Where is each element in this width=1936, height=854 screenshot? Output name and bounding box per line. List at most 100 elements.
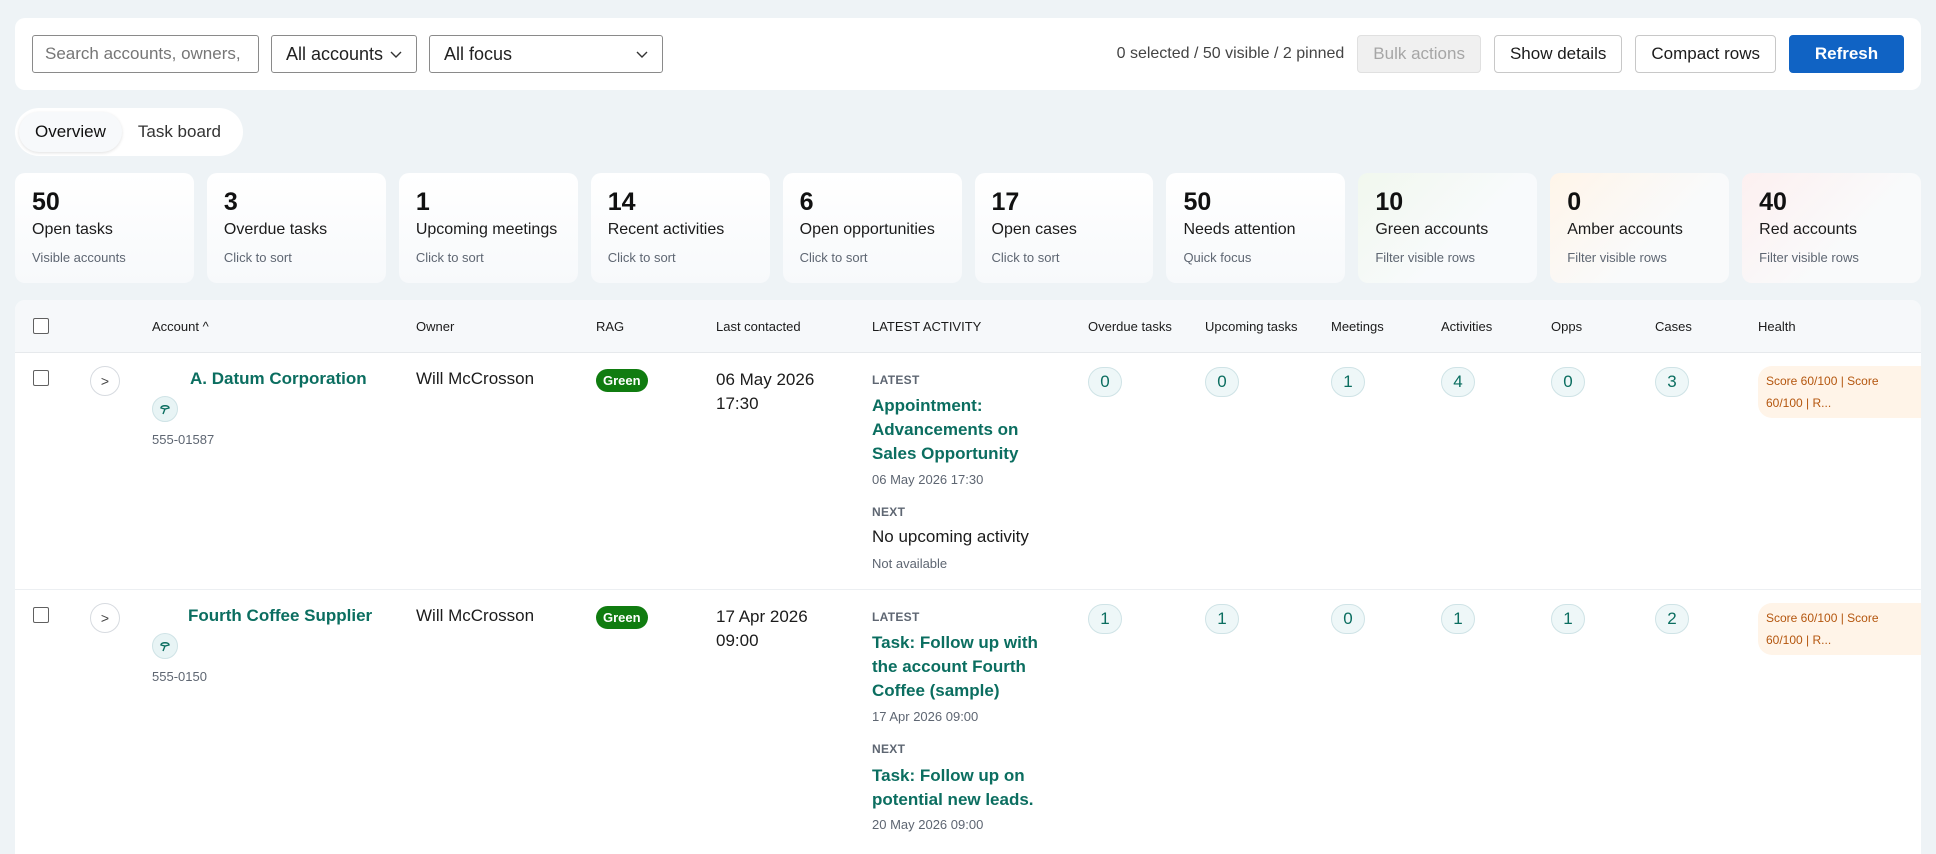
opps-count[interactable]: 0 bbox=[1551, 367, 1585, 397]
card-value: 1 bbox=[415, 188, 430, 216]
pin-icon-svg bbox=[160, 405, 170, 415]
header-cases[interactable]: Cases bbox=[1655, 319, 1692, 334]
card-label: Open cases bbox=[991, 221, 1077, 238]
row-select-checkbox[interactable] bbox=[33, 370, 49, 386]
card-needs-attention[interactable]: 50 Needs attention Quick focus bbox=[1166, 173, 1346, 283]
card-label: Recent activities bbox=[607, 221, 725, 238]
search-input[interactable] bbox=[32, 35, 259, 73]
health-score: Score 60/100 | Score 60/100 | R... bbox=[1758, 603, 1921, 655]
card-label: Green accounts bbox=[1375, 221, 1489, 238]
row-select-checkbox[interactable] bbox=[33, 607, 49, 623]
header-activities[interactable]: Activities bbox=[1441, 319, 1492, 334]
rag-badge: Green bbox=[596, 369, 648, 392]
focus-filter-value: All focus bbox=[444, 43, 513, 64]
expand-row-icon[interactable]: > bbox=[90, 603, 120, 633]
chevron-down-icon bbox=[390, 51, 402, 58]
card-sub: Click to sort bbox=[991, 250, 1060, 265]
activities-count[interactable]: 4 bbox=[1441, 367, 1475, 397]
card-open-opportunities[interactable]: 6 Open opportunities Click to sort bbox=[782, 173, 962, 283]
account-phone: 555-0150 bbox=[152, 669, 207, 684]
toolbar: All accounts All focus 0 selected / 50 v… bbox=[15, 18, 1921, 90]
latest-activity-link[interactable]: Task: Follow up with the account Fourth … bbox=[872, 631, 1062, 703]
card-open-cases[interactable]: 17 Open cases Click to sort bbox=[974, 173, 1154, 283]
view-tabs: Overview Task board bbox=[15, 108, 243, 156]
card-sub: Filter visible rows bbox=[1567, 250, 1667, 265]
header-last-contacted[interactable]: Last contacted bbox=[716, 319, 801, 334]
header-health[interactable]: Health bbox=[1758, 319, 1796, 334]
account-filter-select[interactable]: All accounts bbox=[271, 35, 417, 73]
card-overdue-tasks[interactable]: 3 Overdue tasks Click to sort bbox=[206, 173, 386, 283]
card-amber-accounts[interactable]: 0 Amber accounts Filter visible rows bbox=[1550, 173, 1730, 283]
header-overdue-tasks[interactable]: Overdue tasks bbox=[1088, 319, 1172, 334]
bulk-actions-button[interactable]: Bulk actions bbox=[1357, 35, 1481, 73]
tab-task-board[interactable]: Task board bbox=[122, 112, 237, 152]
card-value: 3 bbox=[223, 188, 238, 216]
expand-row-icon[interactable]: > bbox=[90, 366, 120, 396]
overdue-tasks-count[interactable]: 0 bbox=[1088, 367, 1122, 397]
card-upcoming-meetings[interactable]: 1 Upcoming meetings Click to sort bbox=[398, 173, 578, 283]
card-open-tasks[interactable]: 50 Open tasks Visible accounts bbox=[15, 173, 194, 283]
refresh-button[interactable]: Refresh bbox=[1789, 35, 1904, 73]
header-meetings[interactable]: Meetings bbox=[1331, 319, 1384, 334]
account-link[interactable]: Fourth Coffee Supplier bbox=[188, 606, 372, 626]
card-value: 50 bbox=[1183, 188, 1212, 216]
card-sub: Quick focus bbox=[1183, 250, 1252, 265]
card-sub: Filter visible rows bbox=[1375, 250, 1476, 265]
compact-rows-button[interactable]: Compact rows bbox=[1635, 35, 1776, 73]
card-value: 14 bbox=[607, 188, 636, 216]
accounts-table: Account ^ Owner RAG Last contacted LATES… bbox=[15, 300, 1921, 854]
card-sub: Click to sort bbox=[607, 250, 676, 265]
account-link[interactable]: A. Datum Corporation bbox=[190, 369, 367, 389]
activities-count[interactable]: 1 bbox=[1441, 604, 1475, 634]
card-green-accounts[interactable]: 10 Green accounts Filter visible rows bbox=[1358, 173, 1538, 283]
last-contacted: 06 May 2026 17:30 bbox=[716, 370, 815, 413]
latest-activity-link[interactable]: Appointment: Advancements on Sales Oppor… bbox=[872, 394, 1062, 466]
latest-label: LATEST bbox=[872, 610, 920, 624]
meetings-count[interactable]: 0 bbox=[1331, 604, 1365, 634]
health-score: Score 60/100 | Score 60/100 | R... bbox=[1758, 366, 1921, 418]
next-activity-text: No upcoming activity bbox=[872, 527, 1029, 546]
pin-icon[interactable] bbox=[152, 396, 178, 422]
latest-label: LATEST bbox=[872, 373, 920, 387]
card-red-accounts[interactable]: 40 Red accounts Filter visible rows bbox=[1742, 173, 1922, 283]
opps-count[interactable]: 1 bbox=[1551, 604, 1585, 634]
card-label: Open tasks bbox=[32, 221, 113, 238]
overdue-tasks-count[interactable]: 1 bbox=[1088, 604, 1122, 634]
next-activity-link[interactable]: Task: Follow up on potential new leads. bbox=[872, 764, 1062, 812]
upcoming-tasks-count[interactable]: 1 bbox=[1205, 604, 1239, 634]
card-value: 0 bbox=[1567, 188, 1582, 216]
owner-name: Will McCrosson bbox=[416, 369, 535, 388]
card-label: Amber accounts bbox=[1567, 221, 1683, 238]
selection-status: 0 selected / 50 visible / 2 pinned bbox=[1116, 45, 1345, 62]
card-recent-activities[interactable]: 14 Recent activities Click to sort bbox=[590, 173, 770, 283]
pin-icon[interactable] bbox=[152, 633, 178, 659]
meetings-count[interactable]: 1 bbox=[1331, 367, 1365, 397]
upcoming-tasks-count[interactable]: 0 bbox=[1205, 367, 1239, 397]
card-sub: Click to sort bbox=[799, 250, 868, 265]
last-contacted: 17 Apr 2026 09:00 bbox=[716, 607, 808, 650]
rag-badge: Green bbox=[596, 606, 648, 629]
card-value: 6 bbox=[799, 188, 814, 216]
header-rag[interactable]: RAG bbox=[596, 319, 624, 334]
stat-cards: 50 Open tasks Visible accounts 3 Overdue… bbox=[15, 173, 1922, 283]
cases-count[interactable]: 2 bbox=[1655, 604, 1689, 634]
card-value: 10 bbox=[1375, 188, 1404, 216]
header-account[interactable]: Account ^ bbox=[152, 319, 209, 334]
tab-overview[interactable]: Overview bbox=[19, 112, 122, 152]
cases-count[interactable]: 3 bbox=[1655, 367, 1689, 397]
chevron-down-icon bbox=[636, 51, 648, 58]
header-owner[interactable]: Owner bbox=[416, 319, 454, 334]
select-all-checkbox[interactable] bbox=[33, 318, 49, 334]
header-latest-activity[interactable]: LATEST ACTIVITY bbox=[872, 319, 981, 334]
next-label: NEXT bbox=[872, 505, 906, 519]
header-upcoming-tasks[interactable]: Upcoming tasks bbox=[1205, 319, 1297, 334]
next-label: NEXT bbox=[872, 742, 906, 756]
focus-filter-select[interactable]: All focus bbox=[429, 35, 663, 73]
account-phone: 555-01587 bbox=[152, 432, 215, 447]
table-row: > A. Datum Corporation 555-01587 Will Mc… bbox=[15, 353, 1921, 590]
header-opps[interactable]: Opps bbox=[1551, 319, 1582, 334]
card-value: 40 bbox=[1759, 188, 1787, 216]
card-value: 17 bbox=[991, 188, 1020, 216]
card-label: Upcoming meetings bbox=[415, 221, 558, 238]
show-details-button[interactable]: Show details bbox=[1493, 35, 1623, 73]
